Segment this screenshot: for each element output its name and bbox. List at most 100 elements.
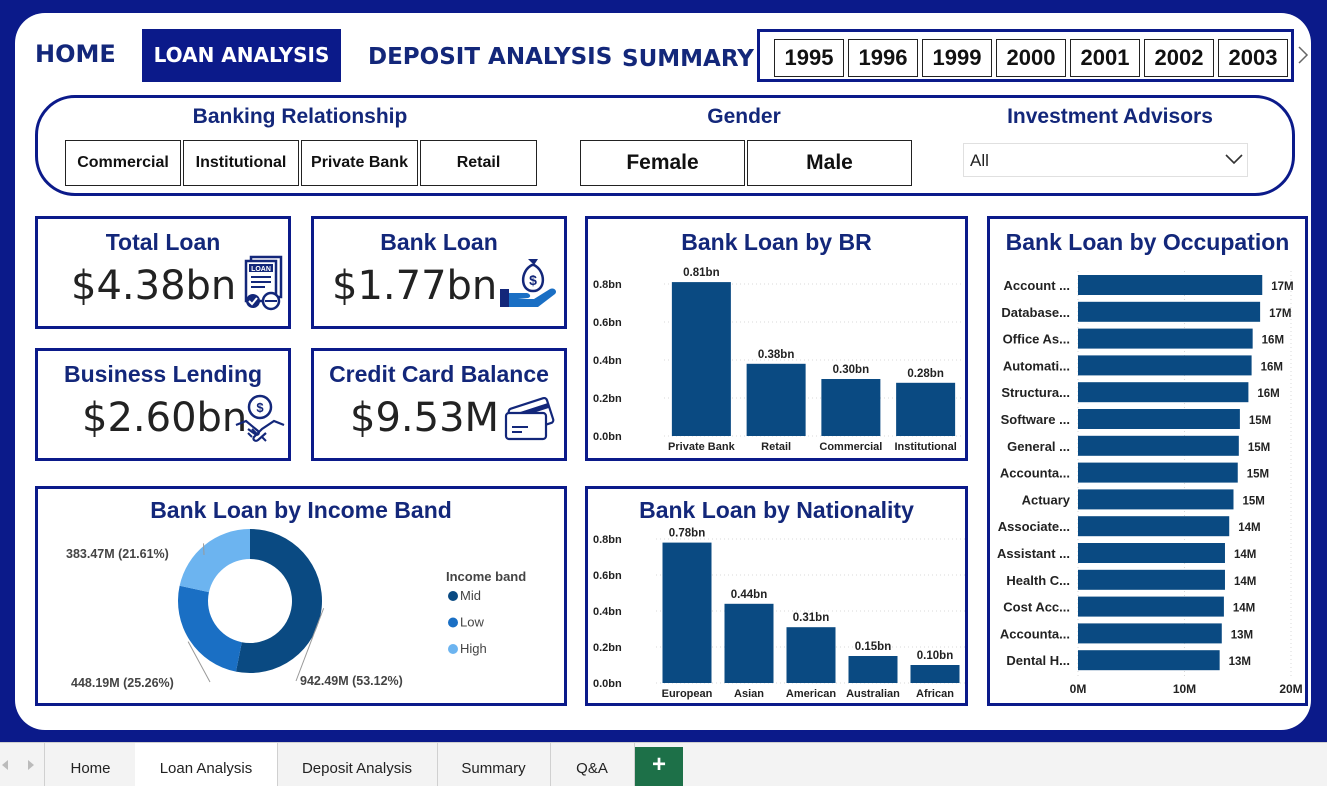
bank-loan-title: Bank Loan (314, 229, 564, 256)
y-tick-label: Office As... (1003, 332, 1070, 347)
y-tick-label: Dental H... (1006, 653, 1070, 668)
year-2000[interactable]: 2000 (996, 39, 1066, 77)
data-label: 17M (1269, 308, 1291, 320)
scroll-right-icon[interactable] (26, 757, 36, 773)
nav-deposit-analysis[interactable]: DEPOSIT ANALYSIS (368, 44, 612, 70)
sheet-tab-summary[interactable]: Summary (437, 743, 551, 786)
data-label: 15M (1247, 469, 1269, 481)
credit-card-balance-value: $9.53M (350, 395, 499, 441)
slicer-commercial[interactable]: Commercial (65, 140, 181, 186)
bank-loan-by-br-chart: 0.8bn0.6bn0.4bn0.2bn0.0bn0.81bnPrivate B… (588, 219, 965, 458)
bank-loan-by-br-panel: Bank Loan by BR 0.8bn0.6bn0.4bn0.2bn0.0b… (585, 216, 968, 461)
bar-occupation (1078, 516, 1229, 536)
year-2001[interactable]: 2001 (1070, 39, 1140, 77)
legend-label: Mid (460, 588, 481, 603)
handshake-coin-icon: $ (234, 393, 286, 450)
data-label: 448.19M (25.26%) (71, 676, 174, 690)
bank-loan-by-nationality-chart: 0.8bn0.6bn0.4bn0.2bn0.0bn0.78bnEuropean0… (588, 489, 965, 703)
add-sheet-button[interactable]: + (635, 747, 683, 786)
data-label: 0.15bn (855, 641, 891, 653)
bar-australian (849, 656, 898, 683)
data-label: 14M (1238, 522, 1260, 534)
bar-european (663, 543, 712, 683)
bar-occupation (1078, 570, 1225, 590)
slice-high (180, 529, 250, 592)
bar-occupation (1078, 275, 1262, 295)
y-tick-label: 0.2bn (593, 642, 622, 654)
scroll-left-icon[interactable] (0, 757, 10, 773)
data-label: 16M (1261, 361, 1283, 373)
bar-occupation (1078, 597, 1224, 617)
data-label: 14M (1234, 549, 1256, 561)
data-label: 0.30bn (833, 364, 869, 376)
data-label: 383.47M (21.61%) (66, 547, 169, 561)
slicer-retail[interactable]: Retail (420, 140, 537, 186)
chevron-down-icon (1224, 152, 1244, 171)
nav-loan-analysis[interactable]: LOAN ANALYSIS (142, 29, 341, 82)
investment-advisors-title: Investment Advisors (970, 105, 1250, 129)
investment-advisors-dropdown[interactable]: All (963, 143, 1248, 177)
legend-title: Income band (446, 569, 526, 584)
data-label: 16M (1257, 388, 1279, 400)
x-tick-label: Institutional (894, 441, 956, 453)
bar-occupation (1078, 543, 1225, 563)
data-label: 0.78bn (669, 528, 705, 540)
data-label: 15M (1242, 495, 1264, 507)
x-tick-label: European (662, 688, 713, 700)
data-label: 13M (1229, 656, 1251, 668)
gender-title: Gender (644, 105, 844, 129)
nav-home[interactable]: HOME (35, 40, 116, 68)
y-tick-label: Accounta... (1000, 466, 1070, 481)
bar-occupation (1078, 329, 1253, 349)
data-label: 0.38bn (758, 349, 794, 361)
investment-advisors-value: All (970, 151, 989, 171)
x-tick-label: Commercial (819, 441, 882, 453)
legend-label: High (460, 641, 487, 656)
x-tick-label: 20M (1279, 682, 1302, 696)
sheet-tab-home[interactable]: Home (44, 743, 137, 786)
chevron-right-icon[interactable] (1296, 44, 1310, 66)
nav-summary[interactable]: SUMMARY (622, 46, 754, 72)
year-1996[interactable]: 1996 (848, 39, 918, 77)
year-slicer: 1995 1996 1999 2000 2001 2002 2003 (757, 29, 1294, 82)
bar-occupation (1078, 623, 1222, 643)
y-tick-label: 0.2bn (593, 393, 622, 405)
year-1999[interactable]: 1999 (922, 39, 992, 77)
y-tick-label: Software ... (1001, 412, 1070, 427)
y-tick-label: Database... (1001, 305, 1070, 320)
slice-low (178, 586, 242, 672)
y-tick-label: Account ... (1004, 278, 1070, 293)
bar-american (787, 627, 836, 683)
sheet-tab-deposit-analysis[interactable]: Deposit Analysis (277, 743, 438, 786)
y-tick-label: 0.6bn (593, 570, 622, 582)
bar-occupation (1078, 436, 1239, 456)
sheet-tab-qa[interactable]: Q&A (550, 743, 635, 786)
y-tick-label: 0.4bn (593, 355, 622, 367)
y-tick-label: 0.4bn (593, 606, 622, 618)
legend-label: Low (460, 615, 484, 630)
legend-marker (448, 618, 458, 628)
slicer-institutional[interactable]: Institutional (183, 140, 299, 186)
data-label: 15M (1248, 442, 1270, 454)
slicer-male[interactable]: Male (747, 140, 912, 186)
total-loan-title: Total Loan (38, 229, 288, 256)
year-2002[interactable]: 2002 (1144, 39, 1214, 77)
y-tick-label: Assistant ... (997, 546, 1070, 561)
total-loan-card: Total Loan $4.38bn LOAN (35, 216, 291, 329)
slicer-female[interactable]: Female (580, 140, 745, 186)
bar-occupation (1078, 409, 1240, 429)
slicer-private-bank[interactable]: Private Bank (301, 140, 418, 186)
data-label: 14M (1234, 576, 1256, 588)
bar-commercial (821, 379, 880, 436)
data-label: 13M (1231, 629, 1253, 641)
banking-relationship-title: Banking Relationship (150, 105, 450, 129)
sheet-tab-loan-analysis[interactable]: Loan Analysis (135, 743, 278, 786)
year-2003[interactable]: 2003 (1218, 39, 1288, 77)
x-tick-label: Australian (846, 688, 900, 700)
year-1995[interactable]: 1995 (774, 39, 844, 77)
bank-loan-by-income-band-chart: 942.49M (53.12%)448.19M (25.26%)383.47M … (38, 489, 564, 703)
data-label: 0.28bn (907, 368, 943, 380)
money-bag-hand-icon: $ (498, 253, 560, 316)
y-tick-label: Cost Acc... (1003, 600, 1070, 615)
data-label: 17M (1271, 281, 1293, 293)
